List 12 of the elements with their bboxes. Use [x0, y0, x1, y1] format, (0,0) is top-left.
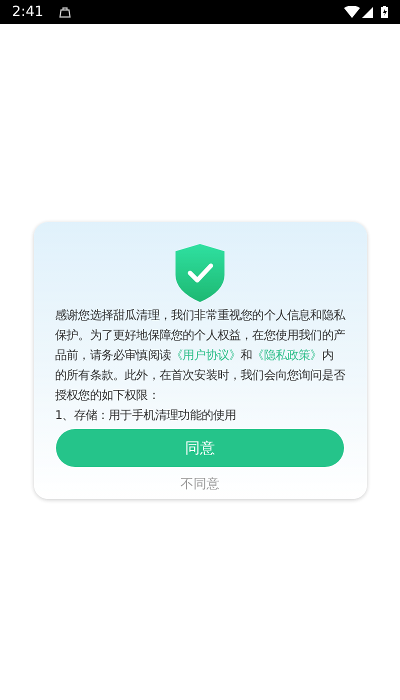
privacy-notice: 感谢您选择甜瓜清理，我们非常重视您的个人信息和隐私保护。为了更好地保障您的个人权益，在您使用我们的产品前，请务必审慎阅读《用户协议》和《隐私政策》内的所有条款。此外，在首次安装时，我们会向您询问是否授权您的如下权限： [55, 307, 345, 404]
permission-item: 1、存储：用于手机清理功能的使用 [55, 407, 238, 424]
agreement-link[interactable]: 《用户协议》 [171, 348, 241, 362]
notification-icon [59, 6, 72, 18]
shield-check-icon [173, 244, 227, 302]
signal-icon [362, 6, 373, 18]
battery-icon [381, 6, 388, 18]
agreement-link[interactable]: 《隐私政策》 [252, 348, 322, 362]
status-time: 2:41 [12, 2, 44, 22]
wifi-icon [344, 6, 360, 18]
agree-button[interactable]: 同意 [56, 429, 344, 467]
decline-button[interactable]: 不同意 [180, 475, 220, 494]
